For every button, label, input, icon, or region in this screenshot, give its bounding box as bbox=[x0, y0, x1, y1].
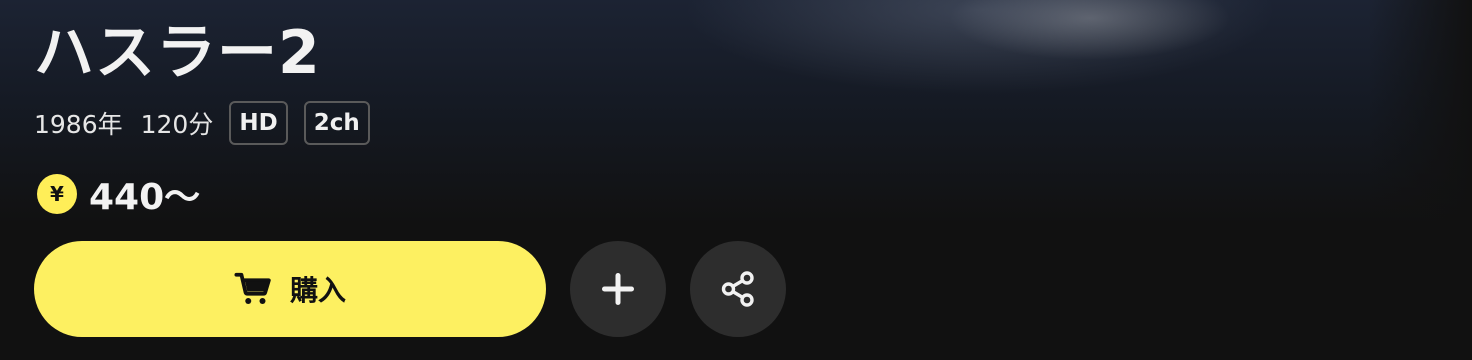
buy-button[interactable]: 購入 bbox=[34, 241, 546, 337]
plus-icon bbox=[600, 271, 636, 307]
yen-icon: ¥ bbox=[37, 174, 77, 214]
share-button[interactable] bbox=[690, 241, 786, 337]
price-value: 440〜 bbox=[89, 177, 201, 218]
runtime: 120分 bbox=[140, 110, 214, 139]
quality-badge-hd: HD bbox=[229, 101, 288, 145]
page-title: ハスラー2 bbox=[34, 18, 321, 88]
title-info: ハスラー2 1986年 120分 HD 2ch ¥ 440〜 購入 bbox=[34, 0, 1472, 360]
price-row: ¥ 440〜 bbox=[37, 172, 200, 218]
release-year: 1986年 bbox=[34, 110, 123, 139]
add-to-list-button[interactable] bbox=[570, 241, 666, 337]
cart-icon bbox=[234, 270, 272, 308]
audio-badge-2ch: 2ch bbox=[303, 101, 370, 145]
buy-button-label: 購入 bbox=[289, 275, 346, 306]
share-icon bbox=[719, 270, 757, 308]
metadata-row: 1986年 120分 HD 2ch bbox=[34, 101, 386, 145]
title-detail-header: ハスラー2 1986年 120分 HD 2ch ¥ 440〜 購入 bbox=[0, 0, 1472, 360]
